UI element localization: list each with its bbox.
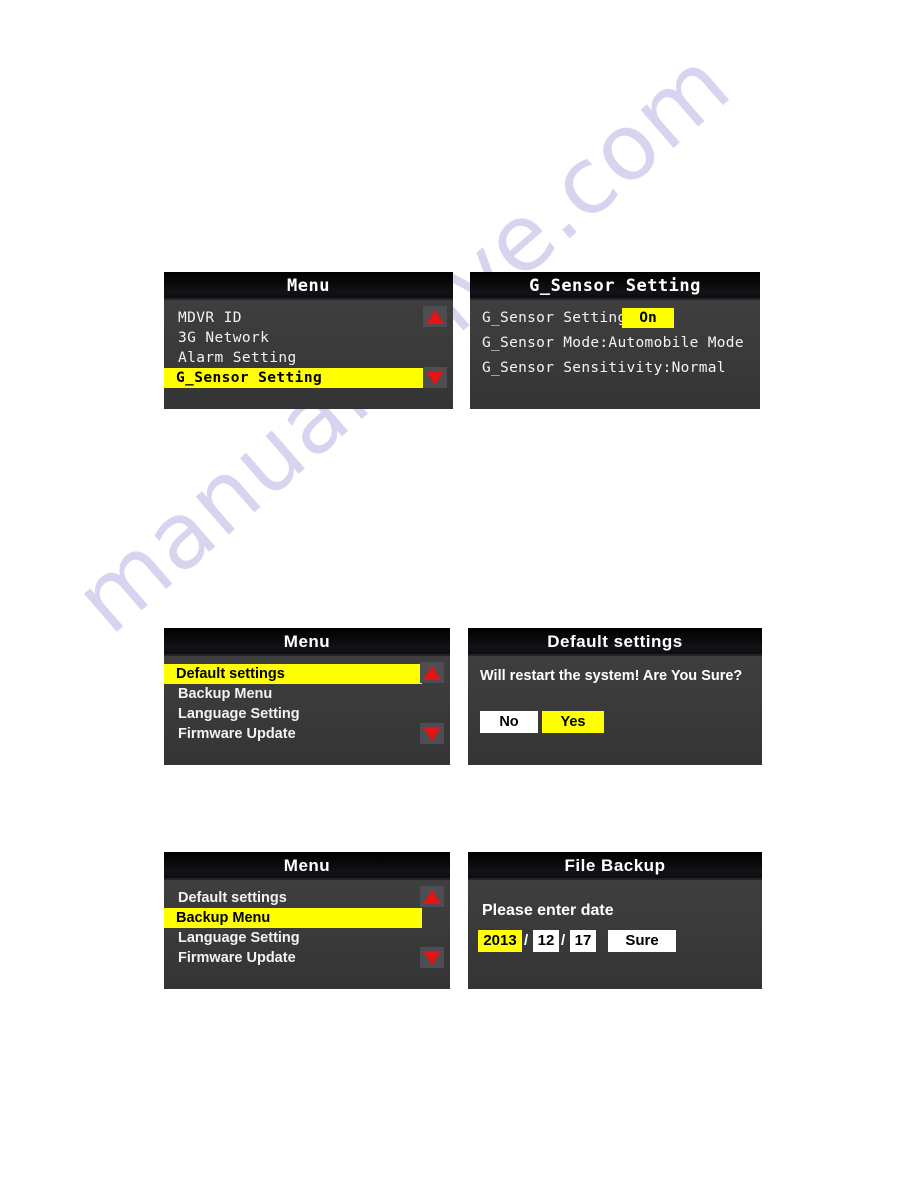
- menu-item-default-settings[interactable]: Default settings: [164, 888, 450, 908]
- triangle-up-glyph: [426, 309, 444, 324]
- screen-title: Menu: [164, 852, 450, 880]
- screen-file-backup: File Backup Please enter date 2013 / 12 …: [468, 852, 762, 989]
- menu-item-backup-menu[interactable]: Backup Menu: [164, 684, 450, 704]
- triangle-down-icon[interactable]: [420, 947, 444, 968]
- menu-item-label: 3G Network: [178, 330, 270, 346]
- dialog-message: Will restart the system! Are You Sure?: [480, 668, 743, 684]
- triangle-up-icon[interactable]: [420, 662, 444, 683]
- screen-title: Menu: [164, 272, 453, 300]
- triangle-down-icon[interactable]: [423, 367, 447, 388]
- screen-body: MDVR ID 3G Network Alarm Setting G_Senso…: [164, 300, 453, 409]
- triangle-down-glyph: [426, 370, 444, 385]
- menu-item-firmware-update[interactable]: Firmware Update: [164, 948, 450, 968]
- menu-list: Default settings Backup Menu Language Se…: [164, 888, 450, 968]
- date-separator-1: /: [524, 932, 529, 949]
- triangle-up-icon[interactable]: [420, 886, 444, 907]
- menu-list: MDVR ID 3G Network Alarm Setting G_Senso…: [164, 308, 453, 388]
- menu-item-g-sensor-setting[interactable]: G_Sensor Setting: [164, 368, 453, 388]
- date-day-field[interactable]: 17: [570, 930, 596, 952]
- yes-button[interactable]: Yes: [542, 711, 604, 733]
- menu-item-label: G_Sensor Setting: [164, 368, 425, 388]
- triangle-up-glyph: [423, 665, 441, 680]
- screen-title: Default settings: [468, 628, 762, 656]
- menu-item-label: Default settings: [178, 890, 287, 906]
- menu-item-backup-menu[interactable]: Backup Menu: [164, 908, 450, 928]
- menu-item-label: Language Setting: [178, 706, 300, 722]
- gsensor-setting-label: G_Sensor Setting: [482, 310, 627, 326]
- triangle-down-glyph: [423, 726, 441, 741]
- gsensor-sensitivity-label[interactable]: G_Sensor Sensitivity:Normal: [482, 360, 726, 376]
- date-year-field[interactable]: 2013: [478, 930, 522, 952]
- page-watermark: manualshive.com: [0, 0, 918, 1188]
- menu-item-label: Firmware Update: [178, 950, 296, 966]
- menu-item-label: Backup Menu: [164, 908, 422, 928]
- screen-menu-backup: Menu Default settings Backup Menu Langua…: [164, 852, 450, 989]
- screen-menu-gsensor: Menu MDVR ID 3G Network Alarm Setting G_…: [164, 272, 453, 409]
- menu-item-default-settings[interactable]: Default settings: [164, 664, 450, 684]
- screen-body: G_Sensor Setting On G_Sensor Mode:Automo…: [470, 300, 760, 409]
- menu-item-label: Language Setting: [178, 930, 300, 946]
- date-separator-2: /: [561, 932, 566, 949]
- menu-list: Default settings Backup Menu Language Se…: [164, 664, 450, 744]
- menu-item-label: MDVR ID: [178, 310, 242, 326]
- screen-body: Default settings Backup Menu Language Se…: [164, 656, 450, 765]
- screen-body: Please enter date 2013 / 12 / 17 Sure: [468, 880, 762, 989]
- sure-button[interactable]: Sure: [608, 930, 676, 952]
- screen-body: Default settings Backup Menu Language Se…: [164, 880, 450, 989]
- screen-title: Menu: [164, 628, 450, 656]
- screen-body: Will restart the system! Are You Sure? N…: [468, 656, 762, 765]
- gsensor-setting-value[interactable]: On: [622, 308, 674, 328]
- no-button[interactable]: No: [480, 711, 538, 733]
- menu-item-alarm-setting[interactable]: Alarm Setting: [164, 348, 453, 368]
- menu-item-mdvr-id[interactable]: MDVR ID: [164, 308, 453, 328]
- menu-item-label: Default settings: [164, 664, 422, 684]
- date-prompt-label: Please enter date: [482, 902, 614, 919]
- screen-menu-default: Menu Default settings Backup Menu Langua…: [164, 628, 450, 765]
- screen-title: File Backup: [468, 852, 762, 880]
- gsensor-mode-label[interactable]: G_Sensor Mode:Automobile Mode: [482, 335, 744, 351]
- triangle-up-glyph: [423, 889, 441, 904]
- menu-item-label: Backup Menu: [178, 686, 273, 702]
- screen-default-settings-dialog: Default settings Will restart the system…: [468, 628, 762, 765]
- menu-item-firmware-update[interactable]: Firmware Update: [164, 724, 450, 744]
- menu-item-label: Firmware Update: [178, 726, 296, 742]
- menu-item-language-setting[interactable]: Language Setting: [164, 704, 450, 724]
- menu-item-language-setting[interactable]: Language Setting: [164, 928, 450, 948]
- triangle-down-icon[interactable]: [420, 723, 444, 744]
- screen-gsensor-setting: G_Sensor Setting G_Sensor Setting On G_S…: [470, 272, 760, 409]
- triangle-up-icon[interactable]: [423, 306, 447, 327]
- triangle-down-glyph: [423, 950, 441, 965]
- menu-item-label: Alarm Setting: [178, 350, 297, 366]
- date-month-field[interactable]: 12: [533, 930, 559, 952]
- screen-title: G_Sensor Setting: [470, 272, 760, 300]
- menu-item-3g-network[interactable]: 3G Network: [164, 328, 453, 348]
